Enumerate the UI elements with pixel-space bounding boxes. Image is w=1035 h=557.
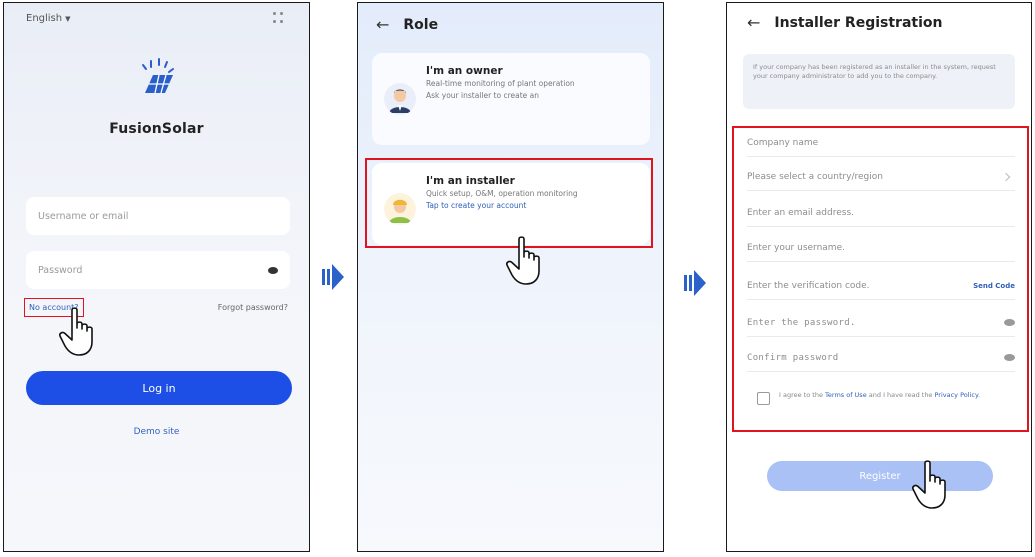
registration-notice: If your company has been registered as a… [743,54,1015,109]
password-input[interactable]: Password [26,251,290,289]
form-highlight [732,126,1029,432]
scan-icon[interactable] [273,12,285,24]
arrow-left-icon[interactable]: ← [376,15,389,34]
role-screen: ← Role I'm an owner Real-time monitoring… [357,2,664,552]
language-label: English [26,13,63,24]
eye-icon[interactable] [268,266,278,274]
demo-site-link[interactable]: Demo site [4,427,309,437]
username-input[interactable]: Username or email [26,197,290,235]
register-button[interactable]: Register [767,461,993,491]
arrow-left-icon[interactable]: ← [747,13,760,32]
forgot-password-link[interactable]: Forgot password? [212,298,294,317]
solar-logo-icon [142,58,174,94]
registration-header: ← Installer Registration [747,13,942,32]
login-button[interactable]: Log in [26,371,292,405]
username-placeholder: Username or email [38,210,129,222]
brand-name: FusionSolar [109,121,204,137]
hand-pointer-icon [912,460,946,509]
owner-note: Ask your installer to create an [426,91,539,100]
registration-screen: ← Installer Registration If your company… [726,2,1032,552]
owner-title: I'm an owner [426,65,503,77]
owner-avatar-icon [384,83,416,115]
hand-pointer-icon [59,307,93,356]
flow-arrow-right-icon [684,270,706,296]
language-selector[interactable]: English ▼ [26,13,71,24]
flow-arrow-right-icon [322,264,344,290]
password-placeholder: Password [38,264,83,276]
owner-description: Real-time monitoring of plant operation [426,79,575,88]
owner-role-card[interactable]: I'm an owner Real-time monitoring of pla… [372,53,650,145]
role-header: ← Role [376,15,438,34]
page-title: Role [403,16,439,33]
page-title: Installer Registration [774,14,943,31]
login-screen: English ▼ FusionSolar Username or email [3,2,310,552]
hand-pointer-icon [506,236,540,285]
caret-down-icon: ▼ [65,14,71,23]
tutorial-figure: English ▼ FusionSolar Username or email [0,0,1035,557]
